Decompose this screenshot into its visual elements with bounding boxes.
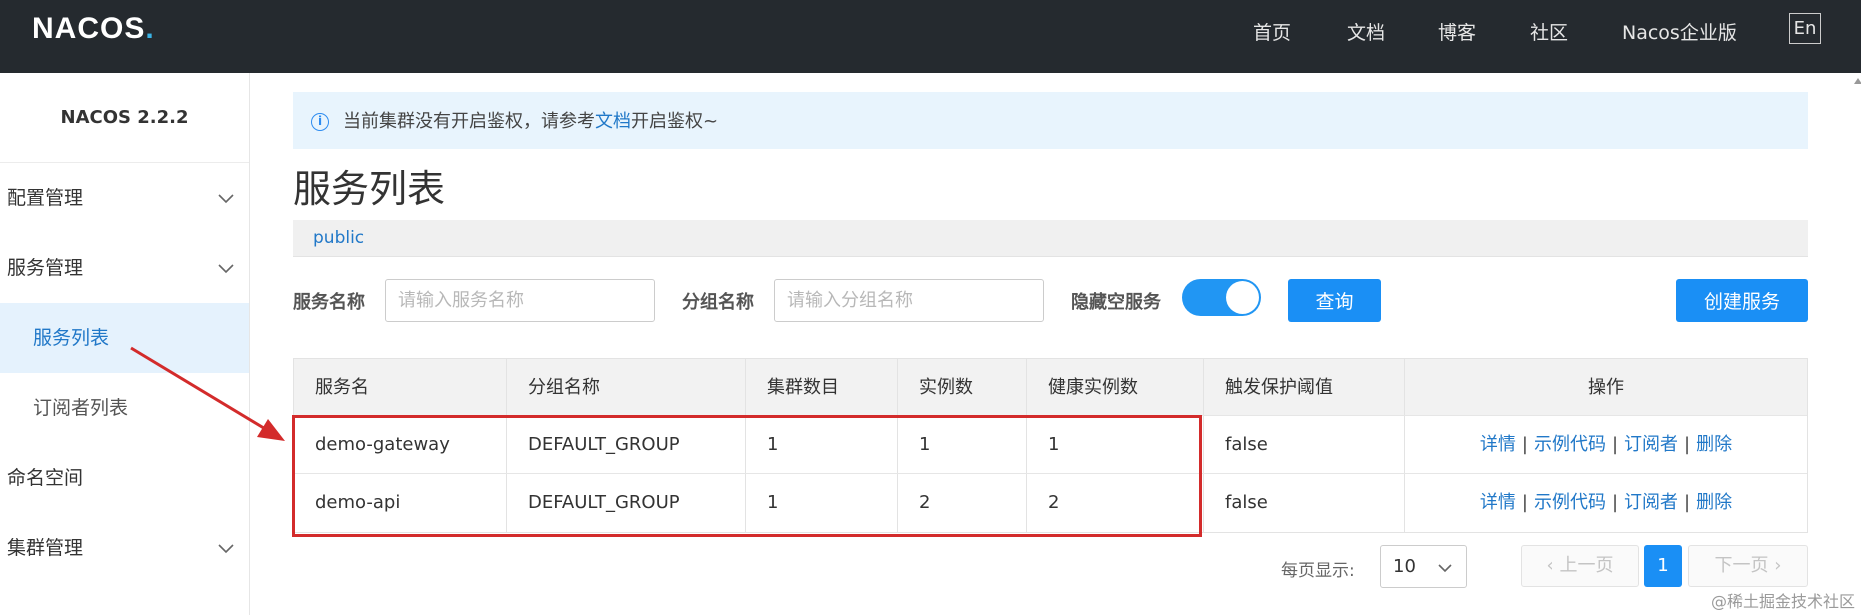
page-size-select[interactable]: 10	[1380, 545, 1467, 588]
column-header: 集群数目	[746, 359, 898, 415]
top-nav: 首页 文档 博客 社区 Nacos企业版 En	[0, 0, 1861, 60]
hide-empty-label: 隐藏空服务	[1071, 292, 1161, 313]
sidebar-item-label: 服务列表	[33, 327, 110, 349]
service-name-cell: demo-api	[294, 474, 507, 532]
sidebar-item-label: 集群管理	[7, 537, 84, 559]
toggle-knob	[1226, 281, 1259, 314]
sidebar-item-service-management[interactable]: 服务管理	[0, 233, 249, 303]
threshold-cell: false	[1204, 474, 1405, 532]
create-service-button[interactable]: 创建服务	[1676, 279, 1808, 322]
sidebar-item-namespace[interactable]: 命名空间	[0, 443, 249, 513]
next-page-label: 下一页	[1714, 555, 1769, 576]
action-separator: |	[1684, 434, 1691, 455]
namespace-bar: public	[293, 220, 1808, 257]
sample-code-link[interactable]: 示例代码	[1534, 434, 1606, 455]
column-header: 触发保护阈值	[1204, 359, 1405, 415]
column-header: 操作	[1588, 377, 1624, 398]
column-header: 健康实例数	[1027, 359, 1204, 415]
chevron-down-icon	[218, 544, 234, 554]
table-row: demo-gateway DEFAULT_GROUP 1 1 1 false 详…	[294, 416, 1807, 474]
info-icon: i	[311, 113, 329, 131]
top-nav-bar: NACOS. 首页 文档 博客 社区 Nacos企业版 En	[0, 0, 1861, 73]
prev-page-button[interactable]: ‹ 上一页	[1521, 545, 1639, 587]
notice-prefix: 当前集群没有开启鉴权，请参考	[343, 111, 595, 132]
cluster-count-cell: 1	[746, 474, 898, 532]
healthy-count-cell: 2	[1027, 474, 1204, 532]
subscribers-link[interactable]: 订阅者	[1624, 434, 1678, 455]
chevron-right-icon: ›	[1774, 555, 1782, 576]
delete-link[interactable]: 删除	[1696, 492, 1732, 513]
nav-home[interactable]: 首页	[1253, 18, 1291, 45]
healthy-count-cell: 1	[1027, 416, 1204, 473]
table-row: demo-api DEFAULT_GROUP 1 2 2 false 详情 | 示例…	[294, 474, 1807, 532]
instance-count-cell: 2	[898, 474, 1027, 532]
action-separator: |	[1611, 492, 1619, 513]
group-name-label: 分组名称	[682, 292, 754, 313]
query-button[interactable]: 查询	[1288, 279, 1381, 322]
threshold-cell: false	[1204, 416, 1405, 473]
chevron-down-icon	[218, 264, 234, 274]
chevron-down-icon	[218, 194, 234, 204]
detail-link[interactable]: 详情	[1480, 492, 1516, 513]
nav-docs[interactable]: 文档	[1347, 18, 1385, 45]
notice-docs-link[interactable]: 文档	[595, 111, 631, 132]
action-separator: |	[1521, 434, 1528, 455]
page-size-label: 每页显示:	[1281, 561, 1355, 581]
sample-code-link[interactable]: 示例代码	[1534, 492, 1606, 513]
nav-blog[interactable]: 博客	[1438, 18, 1476, 45]
page-number-current[interactable]: 1	[1644, 545, 1682, 587]
sidebar-item-label: 服务管理	[7, 257, 84, 279]
nav-enterprise[interactable]: Nacos企业版	[1622, 18, 1737, 45]
sidebar: NACOS 2.2.2 配置管理 服务管理 服务列表 订阅者列表 命名空间 集群…	[0, 73, 250, 615]
notice-suffix: 开启鉴权~	[631, 111, 719, 132]
action-separator: |	[1684, 492, 1691, 513]
sidebar-item-label: 命名空间	[7, 467, 84, 489]
page-size-value: 10	[1393, 556, 1416, 577]
namespace-public[interactable]: public	[313, 228, 364, 248]
chevron-down-icon	[1438, 564, 1452, 573]
delete-link[interactable]: 删除	[1696, 434, 1732, 455]
hide-empty-toggle[interactable]	[1182, 279, 1261, 316]
table-header-row: 服务名 分组名称 集群数目 实例数 健康实例数 触发保护阈值 操作	[294, 359, 1807, 416]
version-label: NACOS 2.2.2	[0, 73, 249, 163]
actions-cell: 详情 | 示例代码 | 订阅者 | 删除	[1405, 474, 1807, 532]
sidebar-item-label: 订阅者列表	[33, 397, 129, 419]
page-title: 服务列表	[293, 167, 446, 211]
language-switch-button[interactable]: En	[1789, 13, 1821, 44]
detail-link[interactable]: 详情	[1480, 434, 1516, 455]
action-separator: |	[1611, 434, 1619, 455]
service-name-cell: demo-gateway	[294, 416, 507, 473]
watermark: @稀土掘金技术社区	[1710, 592, 1855, 611]
prev-page-label: 上一页	[1559, 555, 1614, 576]
group-name-input[interactable]	[774, 279, 1044, 322]
sidebar-item-subscriber-list[interactable]: 订阅者列表	[0, 373, 249, 443]
column-header: 服务名	[294, 359, 507, 415]
sidebar-item-cluster-management[interactable]: 集群管理	[0, 513, 249, 583]
sidebar-item-config-management[interactable]: 配置管理	[0, 163, 249, 233]
action-separator: |	[1521, 492, 1528, 513]
service-table: 服务名 分组名称 集群数目 实例数 健康实例数 触发保护阈值 操作 demo-g…	[293, 358, 1808, 533]
notice-text: 当前集群没有开启鉴权，请参考文档开启鉴权~	[343, 107, 718, 133]
group-name-cell: DEFAULT_GROUP	[507, 474, 746, 532]
scroll-up-arrow-icon[interactable]	[1854, 78, 1861, 84]
scrollbar[interactable]	[1853, 78, 1861, 615]
cluster-count-cell: 1	[746, 416, 898, 473]
actions-cell: 详情 | 示例代码 | 订阅者 | 删除	[1405, 416, 1807, 473]
auth-notice-banner: i 当前集群没有开启鉴权，请参考文档开启鉴权~	[293, 92, 1808, 149]
sidebar-item-label: 配置管理	[7, 187, 84, 209]
column-header: 实例数	[898, 359, 1027, 415]
subscribers-link[interactable]: 订阅者	[1624, 492, 1678, 513]
column-header: 分组名称	[507, 359, 746, 415]
service-name-input[interactable]	[385, 279, 655, 322]
chevron-left-icon: ‹	[1546, 555, 1554, 576]
sidebar-item-service-list[interactable]: 服务列表	[0, 303, 249, 373]
nav-community[interactable]: 社区	[1530, 18, 1568, 45]
next-page-button[interactable]: 下一页 ›	[1688, 545, 1808, 587]
instance-count-cell: 1	[898, 416, 1027, 473]
group-name-cell: DEFAULT_GROUP	[507, 416, 746, 473]
service-name-label: 服务名称	[293, 292, 365, 313]
